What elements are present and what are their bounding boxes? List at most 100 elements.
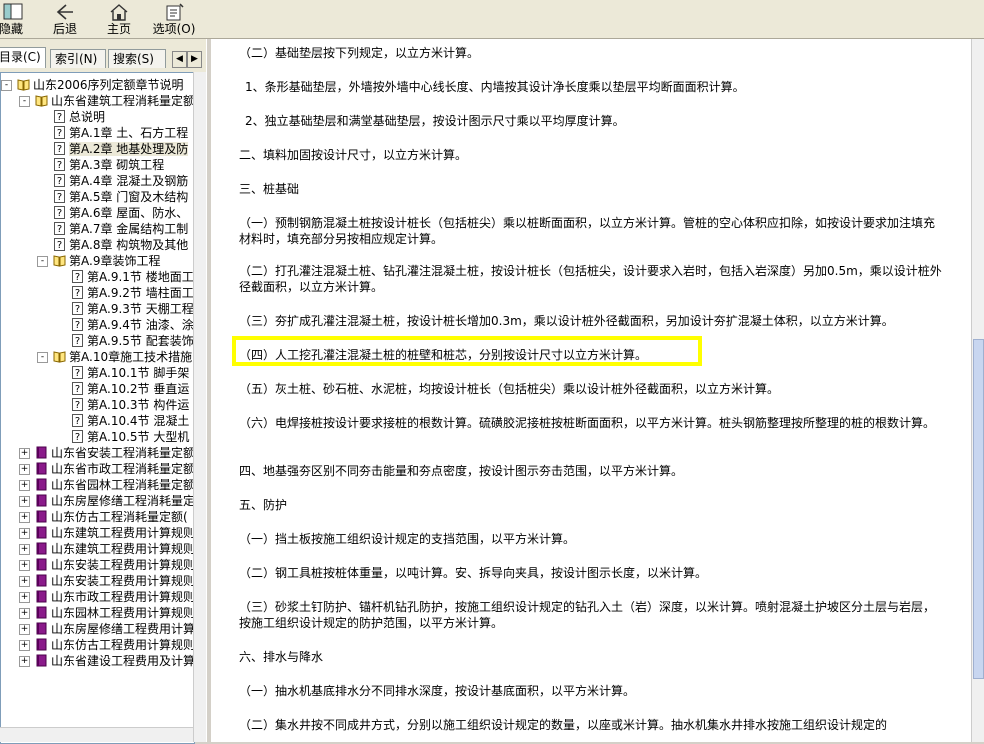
- tree-item[interactable]: 山东仿古工程费用计算规则: [35, 637, 194, 653]
- collapse-icon[interactable]: -: [1, 80, 12, 91]
- tree-item[interactable]: ? 第A.6章 屋面、防水、: [53, 205, 188, 221]
- svg-text:?: ?: [57, 208, 62, 219]
- tree-item[interactable]: 山东市政工程费用计算规则: [35, 589, 194, 605]
- tree-item[interactable]: ? 第A.9.3节 天棚工程: [71, 301, 194, 317]
- open-book-icon: [53, 351, 66, 363]
- tree-item-label: 第A.10.2节 垂直运: [87, 382, 190, 396]
- tree-item[interactable]: ? 第A.9.4节 油漆、涂: [71, 317, 194, 333]
- tree-item[interactable]: 山东省市政工程消耗量定额: [35, 461, 195, 477]
- tree-vertical-scrollbar[interactable]: [193, 72, 206, 742]
- tree-item-label: 山东省建筑工程消耗量定额: [51, 94, 195, 108]
- tree-item[interactable]: 山东2006序列定额章节说明: [17, 77, 184, 93]
- home-button[interactable]: 主页: [102, 0, 136, 38]
- tree-item[interactable]: 山东园林工程费用计算规则: [35, 605, 194, 621]
- tree-item[interactable]: 山东仿古工程消耗量定额(: [35, 509, 188, 525]
- tree-item-label: 山东建筑工程费用计算规则: [51, 526, 195, 540]
- expand-icon[interactable]: +: [19, 624, 30, 635]
- tree-item[interactable]: ? 第A.2章 地基处理及防: [53, 141, 189, 157]
- closed-book-icon: [36, 526, 47, 539]
- closed-book-icon: [36, 574, 47, 587]
- collapse-icon[interactable]: -: [37, 256, 48, 267]
- expand-icon[interactable]: +: [19, 512, 30, 523]
- content-paragraph: （二）打孔灌注混凝土桩、钻孔灌注混凝土桩，按设计桩长（包括桩尖，设计要求入岩时，…: [239, 264, 942, 294]
- expand-icon[interactable]: +: [19, 592, 30, 603]
- content-paragraph: （五）灰土桩、砂石桩、水泥桩，均按设计桩长（包括桩尖）乘以设计桩外径截面积，以立…: [239, 382, 780, 396]
- tree-item[interactable]: ? 第A.9.5节 配套装饰: [71, 333, 194, 349]
- tree-item[interactable]: 山东房屋修缮工程费用计算: [35, 621, 195, 637]
- tree-item[interactable]: ? 第A.10.4节 混凝土: [71, 413, 189, 429]
- tree-item-label: 山东省市政工程消耗量定额: [51, 462, 195, 476]
- tree-item[interactable]: ? 第A.4章 混凝土及钢筋: [53, 173, 188, 189]
- expand-icon[interactable]: +: [19, 576, 30, 587]
- tab-scroll-right-button[interactable]: ▶: [187, 51, 202, 68]
- content-scroll-thumb[interactable]: [973, 339, 984, 679]
- expand-icon[interactable]: +: [19, 640, 30, 651]
- tree-item[interactable]: 山东省建设工程费用及计算: [35, 653, 194, 669]
- expand-icon[interactable]: +: [19, 656, 30, 667]
- tree-item[interactable]: 山东安装工程费用计算规则: [35, 573, 194, 589]
- closed-book-icon: [36, 558, 47, 571]
- closed-book-icon: [36, 446, 47, 459]
- tree-item[interactable]: 山东省园林工程消耗量定额: [35, 477, 194, 493]
- back-label: 后退: [52, 22, 77, 36]
- tree-item[interactable]: ? 第A.9.2节 墙柱面工: [71, 285, 194, 301]
- tree-item[interactable]: ? 第A.7章 金属结构工制: [53, 221, 188, 237]
- expand-icon[interactable]: +: [19, 464, 30, 475]
- svg-text:?: ?: [75, 400, 80, 411]
- tree-item[interactable]: 山东房屋修缮工程消耗量定: [35, 493, 194, 509]
- collapse-icon[interactable]: -: [19, 96, 30, 107]
- help-page-icon: ?: [54, 174, 65, 187]
- expand-icon[interactable]: +: [19, 560, 30, 571]
- expand-icon[interactable]: +: [19, 448, 30, 459]
- tree-item-label: 第A.9.2节 墙柱面工: [87, 286, 194, 300]
- hide-button[interactable]: 隐藏: [0, 0, 26, 38]
- tree-item[interactable]: 第A.9章装饰工程: [53, 253, 160, 269]
- tree-item[interactable]: ? 第A.9.1节 楼地面工: [71, 269, 194, 285]
- tree-item[interactable]: 山东建筑工程费用计算规则: [35, 525, 195, 541]
- content-paragraph: （四）人工挖孔灌注混凝土桩的桩壁和桩芯，分别按设计尺寸以立方米计算。: [239, 348, 648, 362]
- tree-item[interactable]: ? 第A.10.1节 脚手架: [71, 365, 189, 381]
- help-page-icon: ?: [54, 126, 65, 139]
- tree-item[interactable]: ? 第A.8章 构筑物及其他: [53, 237, 188, 253]
- expand-icon[interactable]: +: [19, 496, 30, 507]
- options-button[interactable]: 选项(O): [150, 0, 198, 38]
- tree-horizontal-scrollbar[interactable]: [0, 727, 193, 742]
- tab-index[interactable]: 索引(N): [50, 49, 106, 68]
- tree-item-label: 山东房屋修缮工程费用计算: [51, 622, 195, 636]
- tree-item[interactable]: 山东建筑工程费用计算规则: [35, 541, 195, 557]
- expand-icon[interactable]: +: [19, 528, 30, 539]
- expand-icon[interactable]: +: [19, 544, 30, 555]
- collapse-icon[interactable]: -: [37, 352, 48, 363]
- expand-icon[interactable]: +: [19, 608, 30, 619]
- tree-item[interactable]: ? 第A.5章 门窗及木结构: [53, 189, 188, 205]
- tree-item-label: 第A.6章 屋面、防水、: [69, 206, 189, 220]
- closed-book-icon: [36, 606, 47, 619]
- svg-text:?: ?: [57, 176, 62, 187]
- tree-item[interactable]: 第A.10章施工技术措施: [53, 349, 192, 365]
- tab-search[interactable]: 搜索(S): [108, 49, 166, 68]
- content-vertical-scrollbar[interactable]: [971, 39, 984, 742]
- tree-item[interactable]: ? 第A.10.2节 垂直运: [71, 381, 189, 397]
- svg-text:?: ?: [75, 272, 80, 283]
- tree-item-label: 山东建筑工程费用计算规则: [51, 542, 195, 556]
- tree-item-label: 第A.4章 混凝土及钢筋: [69, 174, 189, 188]
- tab-scroll-left-button[interactable]: ◀: [172, 51, 187, 68]
- expand-icon[interactable]: +: [19, 480, 30, 491]
- tab-contents[interactable]: 目录(C): [0, 47, 46, 68]
- options-label: 选项(O): [152, 22, 196, 36]
- back-button[interactable]: 后退: [48, 0, 82, 38]
- tree-item[interactable]: ? 第A.10.3节 构件运: [71, 397, 189, 413]
- tree-item[interactable]: ? 第A.3章 砌筑工程: [53, 157, 164, 173]
- tree-item[interactable]: ? 总说明: [53, 109, 105, 125]
- svg-text:?: ?: [75, 320, 80, 331]
- tree-item[interactable]: 山东省安装工程消耗量定额: [35, 445, 194, 461]
- tree-item[interactable]: 山东安装工程费用计算规则: [35, 557, 194, 573]
- tree-item[interactable]: ? 第A.1章 土、石方工程: [53, 125, 188, 141]
- help-page-icon: ?: [72, 270, 83, 283]
- contents-tree[interactable]: - 山东2006序列定额章节说明 - 山东省建筑工程消耗量定额? 总说明? 第A.1章 土…: [0, 72, 195, 744]
- help-page-icon: ?: [72, 318, 83, 331]
- tree-item[interactable]: 山东省建筑工程消耗量定额: [35, 93, 195, 109]
- tree-item[interactable]: ? 第A.10.5节 大型机: [71, 429, 189, 445]
- svg-text:?: ?: [57, 160, 62, 171]
- closed-book-icon: [36, 462, 47, 475]
